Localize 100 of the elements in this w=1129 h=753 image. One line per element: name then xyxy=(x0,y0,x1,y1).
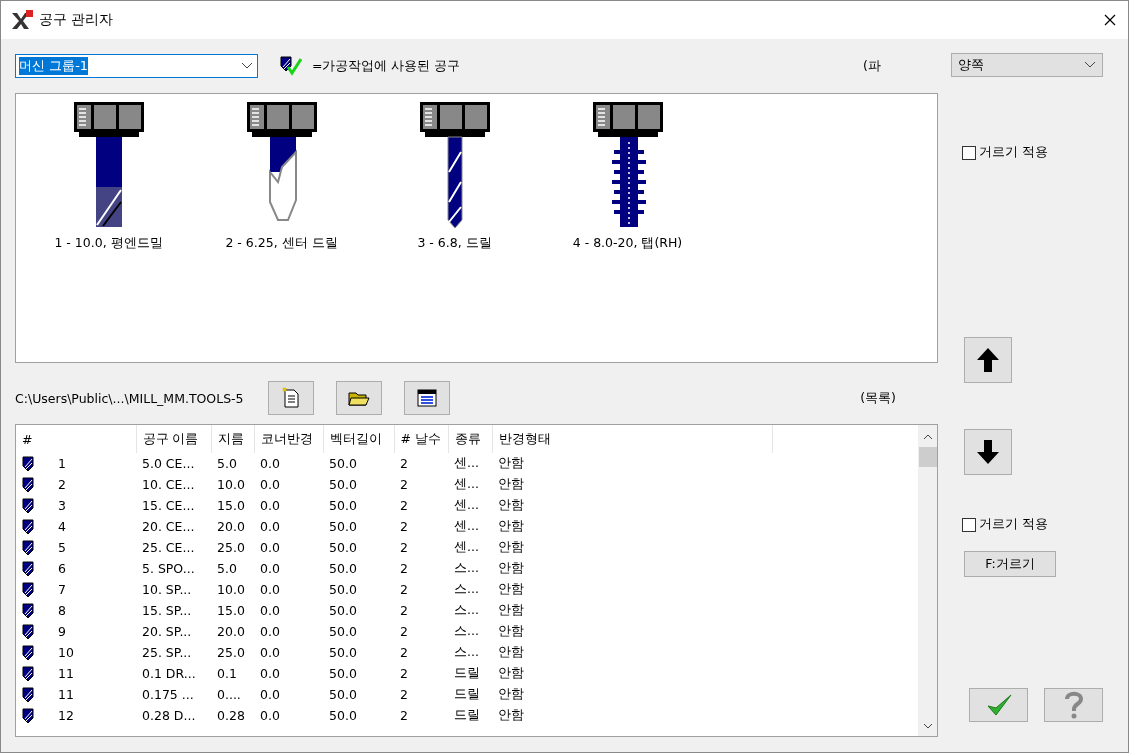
tool-icon xyxy=(22,539,34,556)
table-cell-text: 안함 xyxy=(497,496,525,514)
up-arrow-icon xyxy=(976,347,1000,373)
library-path: C:\Users\Public\...\MILL_MM.TOOLS-5 xyxy=(15,390,244,406)
table-cell-text: 0.0 xyxy=(259,497,281,515)
table-cell-text: 5.0 xyxy=(216,560,238,578)
tool-label: 2 - 6.25, 센터 드릴 xyxy=(225,235,338,252)
table-cell-text: 안함 xyxy=(497,685,525,703)
table-cell-text: 0.175 ... xyxy=(141,686,195,704)
new-file-button[interactable] xyxy=(267,381,314,415)
table-cell-text: 안함 xyxy=(497,622,525,640)
help-button[interactable] xyxy=(1044,688,1103,722)
table-cell-text: 0.0 xyxy=(259,560,281,578)
table-cell-text: 0.1 DR... xyxy=(141,665,197,683)
list-label: (목록) xyxy=(860,389,896,407)
table-view-button[interactable] xyxy=(403,381,450,415)
caret-icon xyxy=(241,62,253,70)
table-cell-text: 10. SP... xyxy=(141,581,193,599)
side-dropdown[interactable]: 양쪽 xyxy=(951,53,1103,77)
table-cell-text: 스... xyxy=(453,559,480,577)
table-cell-text: 2 xyxy=(399,581,409,599)
table-cell-text: 20. CE... xyxy=(141,518,196,536)
table-row[interactable]: 12 0.28 D... 0.28 0.0 50.0 2 드릴 안함 xyxy=(16,705,918,726)
table-cell: 0.0 xyxy=(254,453,323,474)
table-cell-text: 2 xyxy=(399,686,409,704)
machine-group-dropdown[interactable]: 머신 그룹-1 xyxy=(15,54,258,78)
table-cell: 2 xyxy=(394,453,448,474)
column-header[interactable]: 공구 이름 xyxy=(136,425,211,453)
table-cell-text: 50.0 xyxy=(328,539,358,557)
scrollbar[interactable] xyxy=(918,425,937,736)
table-cell-text: 50.0 xyxy=(328,581,358,599)
close-icon[interactable] xyxy=(1104,14,1116,26)
column-header[interactable]: # xyxy=(16,425,136,453)
table-cell-text: 50.0 xyxy=(328,560,358,578)
table-cell-text: 0.0 xyxy=(259,581,281,599)
column-header[interactable]: 종류 xyxy=(448,425,492,453)
column-header[interactable]: # 날수 xyxy=(394,425,448,453)
table-row[interactable]: 5 25. CE... 25.0 0.0 50.0 2 센... 안함 xyxy=(16,537,918,558)
tool-label: 1 - 10.0, 평엔드밀 xyxy=(54,235,163,252)
table-row[interactable]: 6 5. SPO... 5.0 0.0 50.0 2 스... 안함 xyxy=(16,558,918,579)
table-cell: 5.0 CE... xyxy=(136,453,211,474)
help-icon xyxy=(1062,691,1085,719)
column-header[interactable]: 지름 xyxy=(211,425,254,453)
tool-label: 3 - 6.8, 드릴 xyxy=(417,235,492,252)
table-cell-text: 센... xyxy=(453,538,480,556)
legend-text: =가공작업에 사용된 공구 xyxy=(312,57,461,75)
table-cell-text: 20.0 xyxy=(216,623,246,641)
table-cell: 1 xyxy=(58,456,66,471)
column-header[interactable]: 반경형태 xyxy=(492,425,772,453)
table-row[interactable]: 3 15. CE... 15.0 0.0 50.0 2 센... 안함 xyxy=(16,495,918,516)
table-cell-text: 0.0 xyxy=(259,665,281,683)
table-cell-text: 안함 xyxy=(497,538,525,556)
checkbox[interactable] xyxy=(962,517,976,532)
app-logo-icon xyxy=(11,10,33,30)
folder-icon xyxy=(347,389,370,407)
table-cell-text: 0.28 xyxy=(216,707,246,725)
table-row[interactable]: 1 5.0 CE... 5.0 0.0 50.0 2 센... 안함 xyxy=(16,453,918,474)
table-cell: 센... xyxy=(448,453,492,474)
column-header[interactable]: 벡터길이 xyxy=(323,425,394,453)
move-down-button[interactable] xyxy=(964,429,1012,475)
table-cell-text: 안함 xyxy=(497,580,525,598)
table-cell-text: 0.0 xyxy=(259,539,281,557)
table-cell-text: 20.0 xyxy=(216,518,246,536)
scroll-thumb[interactable] xyxy=(918,447,937,467)
column-header[interactable]: 코너반경 xyxy=(254,425,323,453)
table-cell-text: 안함 xyxy=(497,706,525,724)
table-cell-text: 50.0 xyxy=(328,476,358,494)
table-cell-text: 2 xyxy=(399,623,409,641)
table-cell-text: 드릴 xyxy=(453,685,481,703)
table-cell-text: 센... xyxy=(453,517,480,535)
table-row[interactable]: 9 20. SP... 20.0 0.0 50.0 2 스... 안함 xyxy=(16,621,918,642)
filter-button[interactable]: F:거르기 xyxy=(964,551,1056,577)
table-cell-text: 50.0 xyxy=(328,623,358,641)
table-cell-text: 5. SPO... xyxy=(141,560,196,578)
tool-icon xyxy=(22,665,34,682)
table-row[interactable]: 2 10. CE... 10.0 0.0 50.0 2 센... 안함 xyxy=(16,474,918,495)
ok-button[interactable] xyxy=(969,688,1028,722)
table-row[interactable]: 4 20. CE... 20.0 0.0 50.0 2 센... 안함 xyxy=(16,516,918,537)
table-cell: 11 xyxy=(58,687,74,702)
table-cell-text: 안함 xyxy=(497,475,525,493)
table-cell-text: 25.0 xyxy=(216,539,246,557)
open-folder-button[interactable] xyxy=(335,381,382,415)
tool-icon xyxy=(22,560,34,577)
table-row[interactable]: 11 0.1 DR... 0.1 0.0 50.0 2 드릴 안함 xyxy=(16,663,918,684)
table-cell-text: 2 xyxy=(399,476,409,494)
table-cell-text: 10.0 xyxy=(216,476,246,494)
table-cell-text: 센... xyxy=(453,475,480,493)
table-row[interactable]: 7 10. SP... 10.0 0.0 50.0 2 스... 안함 xyxy=(16,579,918,600)
checkbox[interactable] xyxy=(962,145,976,160)
tool-icon xyxy=(22,644,34,661)
table-cell-text: 안함 xyxy=(497,559,525,577)
move-up-button[interactable] xyxy=(964,337,1012,383)
table-row[interactable]: 10 25. SP... 25.0 0.0 50.0 2 스... 안함 xyxy=(16,642,918,663)
table-cell-text: 2 xyxy=(399,665,409,683)
table-row[interactable]: 11 0.175 ... 0.... 0.0 50.0 2 드릴 안함 xyxy=(16,684,918,705)
table-cell: 50.0 xyxy=(323,453,394,474)
table-cell-text: 안함 xyxy=(497,643,525,661)
table-row[interactable]: 8 15. SP... 15.0 0.0 50.0 2 스... 안함 xyxy=(16,600,918,621)
table-cell-text: 스... xyxy=(453,622,480,640)
table-cell-text: 25. SP... xyxy=(141,644,193,662)
